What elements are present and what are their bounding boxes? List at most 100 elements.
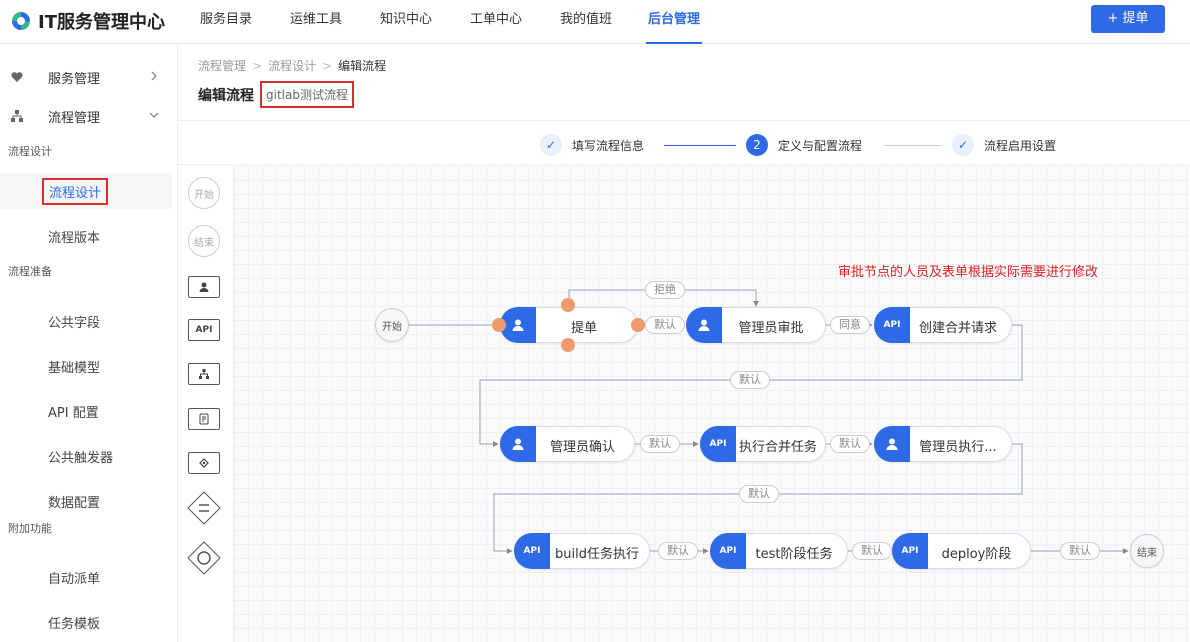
nav-item-service-catalog[interactable]: 服务目录: [200, 0, 252, 44]
sidebar-item-public-fields[interactable]: 公共字段: [0, 303, 172, 339]
sidebar-group-label: 流程管理: [48, 110, 101, 126]
step-connector: [664, 145, 736, 146]
top-bar: IT服务管理中心 服务目录 运维工具 知识中心 工单中心 我的值班 后台管理 +…: [0, 0, 1190, 44]
breadcrumb: 流程管理 > 流程设计 > 编辑流程: [198, 59, 387, 73]
node-label: 创建合并请求: [918, 321, 997, 336]
sidebar-item-public-trigger[interactable]: 公共触发器: [0, 438, 172, 474]
palette-end-node[interactable]: 结束: [188, 225, 220, 257]
palette-start-node[interactable]: 开始: [188, 177, 220, 209]
flow-node-deploy-stage[interactable]: API deploy阶段: [892, 533, 1031, 569]
sidebar-item-base-model[interactable]: 基础模型: [0, 348, 172, 384]
sidebar-category: 流程准备: [8, 265, 52, 278]
flow-canvas[interactable]: 审批节点的人员及表单根据实际需要进行修改 开始 提单 管理员审批 API 创建合…: [234, 166, 1190, 642]
edge-label-default[interactable]: 默认: [658, 542, 698, 560]
flow-node-execute-merge[interactable]: API 执行合并任务: [700, 426, 826, 462]
flow-node-test-stage[interactable]: API test阶段任务: [710, 533, 848, 569]
sidebar-item-label: API 配置: [48, 406, 99, 421]
step-enable-settings[interactable]: ✓ 流程启用设置: [952, 134, 1056, 156]
connector-handle[interactable]: [561, 338, 575, 352]
steps-bar: ✓ 填写流程信息 2 定义与配置流程 ✓ 流程启用设置: [178, 120, 1190, 165]
edge-label-reject[interactable]: 拒绝: [645, 281, 685, 299]
edge-label-default[interactable]: 默认: [852, 542, 892, 560]
chevron-down-icon: [149, 112, 159, 118]
palette-form-node[interactable]: [188, 408, 220, 430]
sidebar-category: 流程设计: [8, 145, 52, 158]
sidebar-item-label: 自动派单: [48, 572, 101, 587]
edge-label-default[interactable]: 默认: [640, 435, 680, 453]
sidebar-category: 附加功能: [8, 522, 52, 535]
sidebar-item-label: 数据配置: [48, 496, 101, 511]
flow-node-build-task[interactable]: API build任务执行: [514, 533, 650, 569]
palette-exclusive-gateway[interactable]: [186, 490, 222, 526]
nav-item-my-duty[interactable]: 我的值班: [560, 0, 612, 44]
edge-label-default[interactable]: 默认: [739, 485, 779, 503]
nav-item-knowledge[interactable]: 知识中心: [380, 0, 432, 44]
flow-node-admin-execute[interactable]: 管理员执行...: [874, 426, 1012, 462]
sidebar-group-process-mgmt[interactable]: 流程管理: [0, 98, 178, 134]
palette-user-node[interactable]: [188, 276, 220, 298]
api-icon: API: [892, 533, 928, 569]
sidebar-item-data-config[interactable]: 数据配置: [0, 483, 172, 519]
sidebar-item-process-design[interactable]: 流程设计: [0, 173, 172, 209]
logo-icon: [12, 12, 30, 30]
node-label: build任务执行: [555, 547, 639, 562]
app-logo[interactable]: IT服务管理中心: [10, 9, 165, 33]
step-number: 2: [746, 134, 768, 156]
api-icon: API: [514, 533, 550, 569]
document-icon: [199, 413, 209, 425]
connector-handle[interactable]: [561, 298, 575, 312]
connector-handle[interactable]: [492, 318, 506, 332]
end-node[interactable]: 结束: [1130, 534, 1164, 568]
breadcrumb-current: 编辑流程: [338, 59, 387, 73]
sidebar-item-auto-dispatch[interactable]: 自动派单: [0, 559, 172, 595]
check-icon: ✓: [952, 134, 974, 156]
chevron-right-icon: [151, 71, 157, 81]
submit-ticket-button[interactable]: + 提单: [1091, 5, 1165, 33]
edge-label-default[interactable]: 默认: [1060, 542, 1100, 560]
page-title-row: 编辑流程 gitlab测试流程: [198, 81, 354, 108]
user-icon: [199, 282, 209, 292]
app-title: IT服务管理中心: [38, 12, 165, 33]
connector-handle[interactable]: [631, 318, 645, 332]
sidebar-group-service-mgmt[interactable]: 服务管理: [0, 59, 178, 95]
sidebar-item-label: 任务模板: [48, 617, 101, 632]
sidebar-item-label: 公共触发器: [48, 451, 114, 466]
breadcrumb-item[interactable]: 流程设计: [268, 59, 316, 73]
sidebar-item-task-template[interactable]: 任务模板: [0, 604, 172, 640]
nav-item-admin[interactable]: 后台管理: [646, 0, 703, 44]
step-connector: [884, 145, 942, 146]
step-label: 流程启用设置: [984, 138, 1057, 153]
flow-node-create-merge-request[interactable]: API 创建合并请求: [874, 307, 1012, 343]
page-title: 编辑流程: [198, 87, 254, 104]
sidebar-item-label: 流程版本: [48, 231, 101, 246]
api-icon: API: [700, 426, 736, 462]
flow-node-admin-confirm[interactable]: 管理员确认: [500, 426, 635, 462]
start-node[interactable]: 开始: [375, 308, 409, 342]
heart-icon: [11, 72, 23, 82]
edge-label-default[interactable]: 默认: [645, 316, 685, 334]
node-label: 提单: [570, 321, 597, 336]
process-name-badge: gitlab测试流程: [260, 81, 354, 108]
sidebar-item-api-config[interactable]: API 配置: [0, 393, 172, 429]
nav-item-tickets[interactable]: 工单中心: [470, 0, 522, 44]
sidebar-item-process-version[interactable]: 流程版本: [0, 218, 172, 254]
node-palette: 开始 结束 API: [178, 166, 234, 642]
palette-api-node[interactable]: API: [188, 319, 220, 341]
flow-node-admin-approve[interactable]: 管理员审批: [686, 307, 826, 343]
palette-inclusive-gateway[interactable]: [186, 540, 222, 576]
step-define-config[interactable]: 2 定义与配置流程: [746, 134, 862, 156]
org-tree-icon: [199, 369, 209, 379]
edge-label-default[interactable]: 默认: [830, 435, 870, 453]
palette-subprocess-node[interactable]: [188, 363, 220, 385]
sidebar-item-label: 流程设计: [42, 178, 109, 205]
node-label: 执行合并任务: [738, 440, 817, 455]
palette-script-node[interactable]: [188, 452, 220, 474]
breadcrumb-item[interactable]: 流程管理: [198, 59, 246, 73]
main-content: 流程管理 > 流程设计 > 编辑流程 编辑流程 gitlab测试流程 ✓ 填写流程信息 …: [178, 45, 1190, 642]
node-label: test阶段任务: [755, 547, 833, 562]
nav-item-ops-tools[interactable]: 运维工具: [290, 0, 342, 44]
step-fill-info[interactable]: ✓ 填写流程信息: [540, 134, 644, 156]
edge-label-default[interactable]: 默认: [730, 371, 770, 389]
edge-label-agree[interactable]: 同意: [830, 316, 870, 334]
step-label: 填写流程信息: [572, 138, 645, 153]
